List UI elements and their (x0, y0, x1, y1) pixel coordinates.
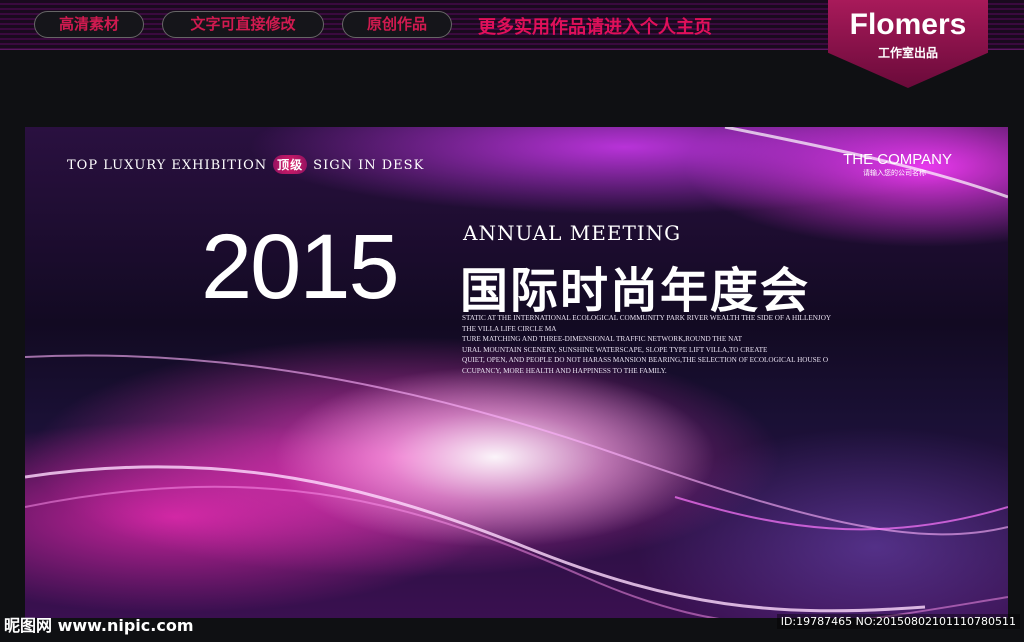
hd-material-button[interactable]: 高清素材 (34, 11, 144, 38)
top-left-tagline: TOP LUXURY EXHIBITION 顶级 SIGN IN DESK (67, 155, 424, 174)
para-line: QUIET, OPEN, AND PEOPLE DO NOT HARASS MA… (462, 356, 829, 364)
para-line: TURE MATCHING AND THREE-DIMENSIONAL TRAF… (462, 335, 743, 343)
site-watermark: 昵图网 www.nipic.com (4, 616, 194, 635)
badge-title: Flomers (849, 8, 967, 41)
description-paragraph: STATIC AT THE INTERNATIONAL ECOLOGICAL C… (462, 313, 831, 376)
studio-badge: Flomers 工作室出品 (828, 0, 988, 88)
image-id-watermark: ID:19787465 NO:20150802101110780511 (776, 614, 1020, 629)
editable-text-button[interactable]: 文字可直接修改 (162, 11, 324, 38)
banner-image: TOP LUXURY EXHIBITION 顶级 SIGN IN DESK THE … (25, 127, 1008, 618)
annual-meeting-heading: ANNUAL MEETING (463, 221, 682, 245)
company-subtitle: 请输入您的公司名称 (863, 169, 926, 177)
para-line: URAL MOUNTAIN SCENERY, SUNSHINE WATERSCA… (462, 345, 768, 354)
tagline-2: SIGN IN DESK (313, 158, 425, 173)
para-line: STATIC AT THE INTERNATIONAL ECOLOGICAL C… (462, 314, 832, 322)
year-heading: 2015 (201, 216, 400, 318)
promo-link[interactable]: 更多实用作品请进入个人主页 (478, 13, 712, 39)
chinese-title: 国际时尚年度会 (460, 263, 811, 319)
original-work-button[interactable]: 原创作品 (342, 11, 452, 38)
tagline-1: TOP LUXURY EXHIBITION (67, 158, 268, 173)
company-name: THE COMPANY (843, 151, 952, 168)
badge-subtitle: 工作室出品 (877, 46, 938, 60)
top-tag: 顶级 (273, 155, 308, 174)
para-line: THE VILLA LIFE CIRCLE MA (462, 324, 557, 333)
para-line: CCUPANCY, MORE HEALTH AND HAPPINESS TO T… (462, 366, 667, 375)
